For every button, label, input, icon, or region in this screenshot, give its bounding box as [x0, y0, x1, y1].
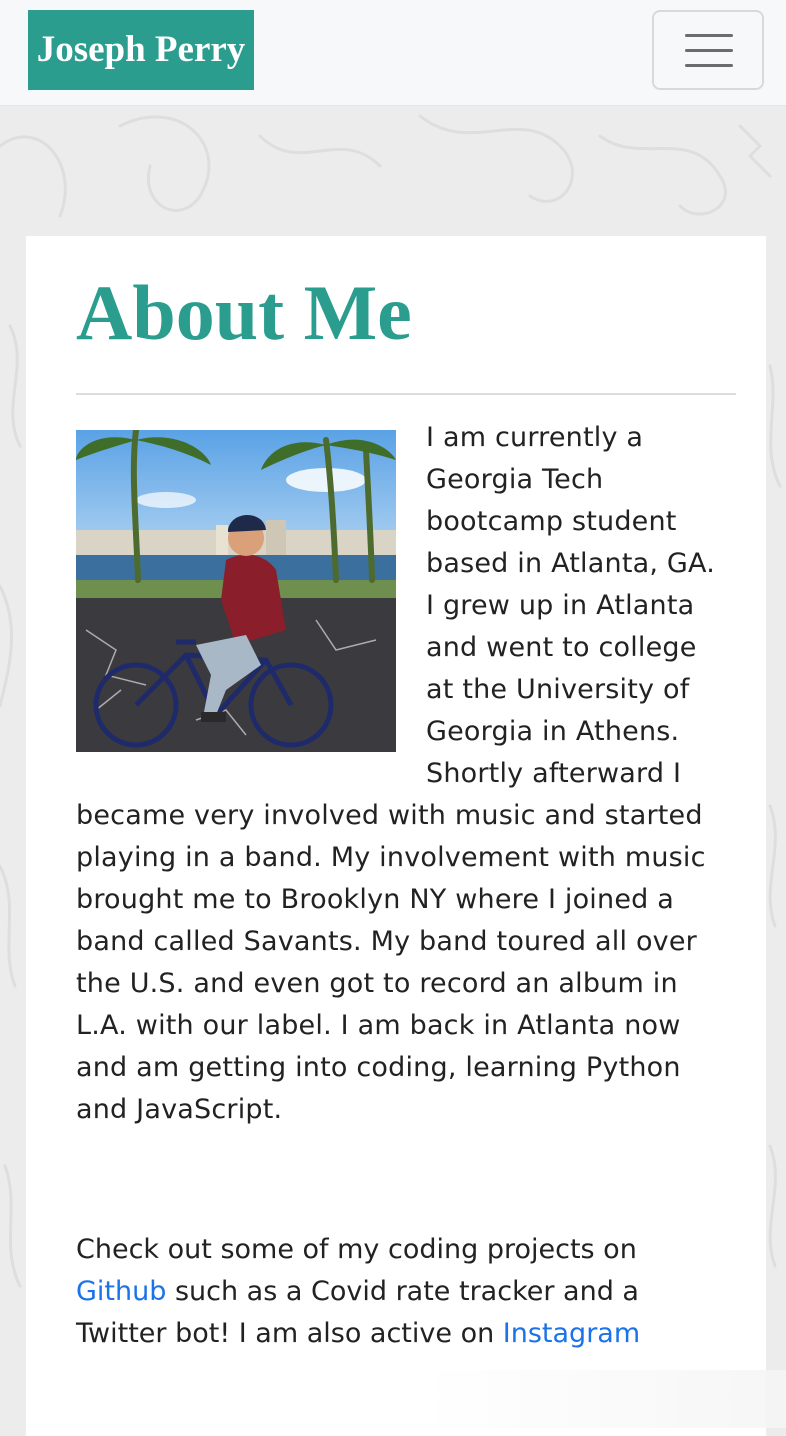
divider	[76, 393, 736, 395]
brand-logo[interactable]: Joseph Perry	[28, 10, 254, 90]
navbar-toggle-button[interactable]	[652, 10, 764, 90]
instagram-link[interactable]: Instagram	[503, 1318, 640, 1349]
github-link[interactable]: Github	[76, 1276, 166, 1307]
profile-photo	[76, 430, 396, 752]
about-card: About Me I am currently a Georgia Tech b…	[26, 236, 766, 1436]
page-title: About Me	[76, 269, 412, 356]
top-navbar: Joseph Perry	[0, 0, 786, 106]
projects-text: Check out some of my coding projects on	[76, 1234, 637, 1265]
projects-paragraph: Check out some of my coding projects on …	[76, 1229, 726, 1355]
about-content: I am currently a Georgia Tech bootcamp s…	[76, 417, 726, 1355]
